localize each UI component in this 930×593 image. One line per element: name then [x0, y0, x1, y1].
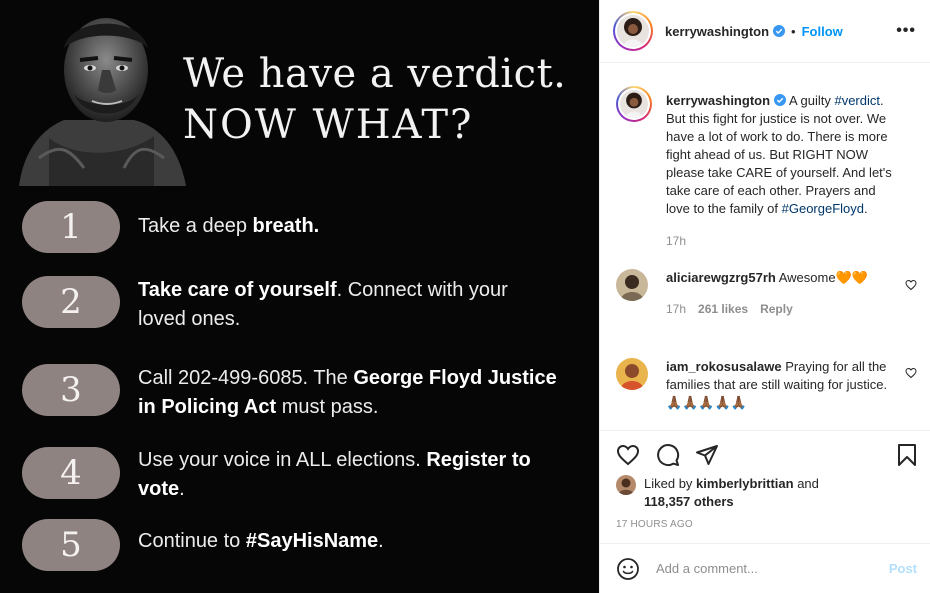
comment-item: aliciarewgzrg57rh Awesome🧡🧡 17h 261 likes…	[616, 269, 916, 318]
follow-button[interactable]: Follow	[802, 24, 843, 39]
avatar[interactable]	[616, 475, 636, 495]
verified-badge-icon	[773, 25, 786, 37]
hashtag-link[interactable]: #verdict	[834, 93, 880, 108]
comment-bubble-icon[interactable]	[656, 443, 680, 467]
comment-message: Awesome	[778, 270, 836, 285]
comment-text: aliciarewgzrg57rh Awesome🧡🧡	[666, 269, 898, 287]
step-text-bold: #SayHisName	[245, 530, 379, 552]
headline-line-2: NOW WHAT?	[183, 102, 474, 148]
step-1: 1 Take a deep breath.	[22, 201, 558, 253]
save-bookmark-icon[interactable]	[895, 443, 919, 467]
reply-button[interactable]: Reply	[760, 302, 793, 316]
caption-username[interactable]: kerrywashington	[666, 93, 770, 108]
verified-badge-icon	[774, 94, 787, 106]
step-number-badge: 3	[22, 364, 120, 416]
step-number-badge: 4	[22, 447, 120, 499]
likes-count[interactable]: 118,357 others	[644, 494, 734, 509]
step-text-part: .	[378, 530, 384, 552]
step-text-part: .	[179, 478, 185, 500]
step-number-badge: 1	[22, 201, 120, 253]
story-ring[interactable]	[613, 11, 653, 51]
add-comment-bar: Post	[600, 543, 930, 593]
hashtag-link[interactable]: #GeorgeFloyd	[782, 201, 864, 216]
post-image[interactable]: We have a verdict. NOW WHAT? 1 Take a de…	[0, 0, 599, 593]
comment-likes[interactable]: 261 likes	[698, 302, 748, 316]
comment-time[interactable]: 17h	[666, 302, 686, 316]
story-ring[interactable]	[616, 86, 652, 122]
likes-prefix: Liked by	[644, 476, 697, 491]
step-text-part: Continue to	[138, 530, 246, 552]
step-text-bold: Take care of yourself	[138, 279, 337, 301]
caption-text-part: .	[864, 201, 868, 216]
like-comment-heart-icon[interactable]	[905, 367, 917, 379]
post-comment-button[interactable]: Post	[889, 561, 917, 576]
praying-hands-emoji-icon: 🙏🏾🙏🏾🙏🏾🙏🏾🙏🏾	[666, 395, 747, 410]
comment-meta: 17h 261 likes Reply	[666, 300, 898, 318]
caption-body: kerrywashington A guilty #verdict. But t…	[666, 92, 898, 250]
step-text-part: Call 202-499-6085. The	[138, 367, 354, 389]
comment-username[interactable]: iam_rokosusalawe	[666, 359, 782, 374]
step-text: Call 202-499-6085. The George Floyd Just…	[138, 364, 558, 422]
comment-body: iam_rokosusalawe Praying for all the fam…	[666, 358, 898, 412]
heart-emoji-icon: 🧡🧡	[835, 270, 868, 285]
step-text-part: must pass.	[276, 396, 379, 418]
likes-summary: Liked by kimberlybrittian and 118,357 oth…	[616, 475, 854, 511]
step-text: Continue to #SayHisName.	[138, 527, 558, 556]
header-username[interactable]: kerrywashington	[665, 24, 769, 39]
liked-by-username[interactable]: kimberlybrittian	[696, 476, 794, 491]
avatar[interactable]	[616, 358, 648, 390]
george-floyd-portrait	[19, 18, 186, 186]
share-send-icon[interactable]	[695, 443, 719, 467]
comment-body: aliciarewgzrg57rh Awesome🧡🧡 17h 261 likes…	[666, 269, 898, 318]
step-text-bold: breath.	[252, 215, 320, 237]
post-header: kerrywashington • Follow •••	[600, 0, 930, 63]
comment-item: iam_rokosusalawe Praying for all the fam…	[616, 358, 916, 412]
caption-time[interactable]: 17h	[666, 234, 686, 248]
step-text: Use your voice in ALL elections. Registe…	[138, 446, 558, 504]
header-separator: •	[791, 23, 796, 39]
more-options-icon[interactable]: •••	[896, 22, 916, 40]
comment-text: iam_rokosusalawe Praying for all the fam…	[666, 358, 898, 412]
step-text: Take care of yourself. Connect with your…	[138, 276, 558, 334]
caption-text: kerrywashington A guilty #verdict. But t…	[666, 92, 898, 218]
likes-middle: and	[793, 476, 819, 491]
headline-line-1: We have a verdict.	[183, 51, 567, 97]
post-timestamp[interactable]: 17 HOURS AGO	[616, 519, 693, 530]
step-number-badge: 2	[22, 276, 120, 328]
actions-bar: Liked by kimberlybrittian and 118,357 oth…	[600, 430, 930, 543]
like-comment-heart-icon[interactable]	[905, 279, 917, 291]
comments-area[interactable]: kerrywashington A guilty #verdict. But t…	[600, 64, 930, 430]
step-text: Take a deep breath.	[138, 212, 558, 241]
step-text-part: Use your voice in ALL elections.	[138, 449, 427, 471]
comment-input[interactable]	[656, 561, 876, 576]
caption-meta: 17h	[666, 232, 898, 250]
step-5: 5 Continue to #SayHisName.	[22, 519, 558, 571]
avatar[interactable]	[620, 90, 648, 118]
step-3: 3 Call 202-499-6085. The George Floyd Ju…	[22, 364, 558, 422]
like-heart-icon[interactable]	[616, 443, 640, 467]
caption: kerrywashington A guilty #verdict. But t…	[616, 86, 916, 250]
avatar[interactable]	[616, 269, 648, 301]
step-4: 4 Use your voice in ALL elections. Regis…	[22, 447, 558, 504]
headline: We have a verdict. NOW WHAT?	[183, 52, 566, 154]
emoji-smiley-icon[interactable]	[616, 557, 640, 581]
caption-text-part: . But this fight for justice is not over…	[666, 93, 892, 216]
step-2: 2 Take care of yourself. Connect with yo…	[22, 276, 558, 334]
caption-text-part: A guilty	[788, 93, 835, 108]
comment-username[interactable]: aliciarewgzrg57rh	[666, 270, 776, 285]
avatar[interactable]	[617, 15, 649, 47]
step-number-badge: 5	[22, 519, 120, 571]
post-sidebar: kerrywashington • Follow ••• kerrywashin…	[599, 0, 930, 593]
step-text-part: Take a deep	[138, 215, 253, 237]
likes-text: Liked by kimberlybrittian and 118,357 oth…	[644, 475, 854, 511]
